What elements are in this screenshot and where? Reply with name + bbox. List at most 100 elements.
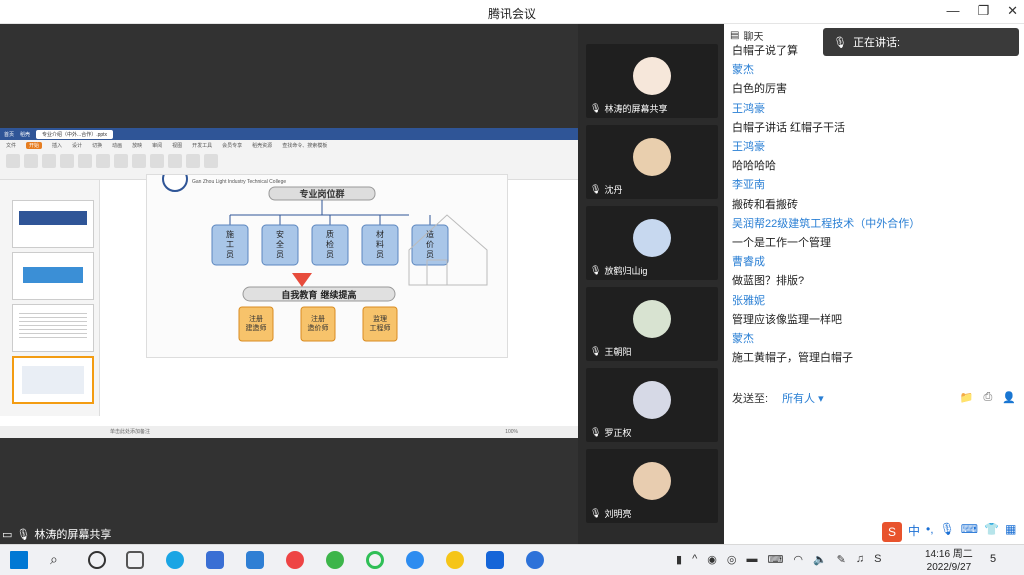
- arrange-icon[interactable]: [186, 154, 200, 168]
- clock[interactable]: 14:16 周二 2022/9/27: [925, 548, 973, 574]
- battery-icon[interactable]: ▮: [676, 553, 682, 566]
- participant-tile[interactable]: 🎙 沈丹: [586, 125, 718, 199]
- grid-icon[interactable]: ▦: [1005, 522, 1016, 542]
- store-icon[interactable]: [206, 551, 224, 569]
- file-icon[interactable]: 📁: [960, 391, 974, 404]
- slide-thumb[interactable]: [12, 200, 94, 248]
- avatar: [633, 219, 671, 257]
- tray-keyboard-icon[interactable]: ⌨: [767, 553, 783, 566]
- slide-thumb[interactable]: [12, 304, 94, 352]
- volume-icon[interactable]: 🔈: [813, 553, 827, 566]
- participant-name: 🎙 沈丹: [590, 183, 622, 196]
- mail-icon[interactable]: [246, 551, 264, 569]
- chevron-up-icon[interactable]: ^: [692, 553, 697, 566]
- format-icon[interactable]: [42, 154, 56, 168]
- minimize-icon[interactable]: —: [946, 3, 959, 19]
- pen-icon[interactable]: ✎: [837, 553, 846, 566]
- task-view-icon[interactable]: [126, 551, 144, 569]
- slide-canvas: Gan Zhou Light Industry Technical Colleg…: [146, 166, 508, 358]
- cut-icon[interactable]: [24, 154, 38, 168]
- sogou-icon[interactable]: S: [882, 522, 902, 542]
- qq-icon[interactable]: ◉: [707, 553, 717, 566]
- ribbon-menu-item[interactable]: 设计: [72, 142, 82, 149]
- ppt-tab-docer[interactable]: 稻壳: [20, 131, 30, 138]
- chrome-icon[interactable]: [286, 551, 304, 569]
- mic-icon: 🎙: [16, 528, 31, 541]
- skin-icon[interactable]: 👕: [984, 522, 999, 542]
- chat-message: 白色的厉害: [732, 83, 787, 96]
- chat-icon: ▤: [730, 30, 740, 41]
- restore-icon[interactable]: ❐: [977, 3, 989, 19]
- device-icon[interactable]: ▬: [746, 553, 757, 566]
- avatar: [633, 462, 671, 500]
- zoom-level[interactable]: 100%: [505, 426, 518, 438]
- screenshot-icon[interactable]: ⎙: [983, 391, 992, 404]
- participant-tile[interactable]: 🎙 放鹤归山ig: [586, 206, 718, 280]
- zoom-icon[interactable]: [406, 551, 424, 569]
- find-icon[interactable]: [204, 154, 218, 168]
- participant-tile[interactable]: 🎙 刘明亮: [586, 449, 718, 523]
- ime-tray-icon[interactable]: ♫: [856, 553, 864, 566]
- paste-icon[interactable]: [6, 154, 20, 168]
- tencent-meeting-icon[interactable]: [486, 551, 504, 569]
- ppt-tab-home[interactable]: 首页: [4, 131, 14, 138]
- ribbon-menu-item[interactable]: 放映: [132, 142, 142, 149]
- keyboard-icon[interactable]: ⌨: [961, 522, 978, 542]
- ribbon-menu-item[interactable]: 文件: [6, 142, 16, 149]
- wechat-icon[interactable]: ◎: [727, 553, 737, 566]
- ime-lang[interactable]: 中: [908, 522, 920, 542]
- start-icon[interactable]: [10, 551, 28, 569]
- textbox-icon[interactable]: [168, 154, 182, 168]
- ime-mic-icon[interactable]: 🎙: [940, 522, 955, 542]
- qq-browser-icon[interactable]: [446, 551, 464, 569]
- ribbon-menu-item[interactable]: 插入: [52, 142, 62, 149]
- cortana-icon[interactable]: [88, 551, 106, 569]
- edge-icon[interactable]: [166, 551, 184, 569]
- notification-badge[interactable]: 5: [990, 553, 996, 565]
- new-slide-icon[interactable]: [60, 154, 74, 168]
- ribbon-menu-item[interactable]: 开发工具: [192, 142, 212, 149]
- ribbon-menu-item[interactable]: 开始: [26, 142, 43, 149]
- shape-icon[interactable]: [150, 154, 164, 168]
- wifi-icon[interactable]: ◠: [793, 553, 803, 566]
- participant-label: 沈丹: [604, 185, 623, 195]
- shared-ppt-window: 首页 稻壳 专业介绍（中外...合作）.pptx 文件 开始 插入 设计 切换 动画 放映 审…: [0, 128, 578, 438]
- screen-share-icon: ▭: [2, 528, 13, 541]
- app2-icon[interactable]: [526, 551, 544, 569]
- send-label: 发送至:: [732, 393, 769, 405]
- sogou-tray-icon[interactable]: S: [874, 553, 881, 566]
- ribbon-menu-item[interactable]: 查找命令、搜索模板: [282, 142, 327, 149]
- punct-icon[interactable]: •,: [926, 522, 934, 542]
- mic-icon: 🎙: [590, 427, 602, 437]
- browser-icon[interactable]: [326, 551, 344, 569]
- ribbon-menu-item[interactable]: 稻壳资源: [252, 142, 272, 149]
- speaking-indicator: 🎙 正在讲话:: [823, 28, 1019, 56]
- chat-messages: 白帽子说了算 蒙杰 白色的厉害 王鸿豪 白帽子讲话 红帽子干活 王鸿豪 哈哈哈哈 李亚南 搬砖和…: [732, 42, 1022, 368]
- search-icon[interactable]: ⌕: [50, 551, 68, 569]
- align-icon[interactable]: [132, 154, 146, 168]
- notes-placeholder[interactable]: 单击此处添加备注: [110, 429, 150, 435]
- ribbon-menu-item[interactable]: 动画: [112, 142, 122, 149]
- send-target-dropdown[interactable]: 所有人 ▾: [782, 390, 824, 406]
- bold-icon[interactable]: [96, 154, 110, 168]
- windows-taskbar: ⌕ ▮ ^ ◉ ◎ ▬ ⌨ ◠ 🔈 ✎ ♫ S 14:16 周二 2022/9/…: [0, 544, 1024, 575]
- slide-thumb-selected[interactable]: [12, 356, 94, 404]
- participant-list: 🎙 林涛的屏幕共享 🎙 沈丹 🎙 放鹤归山ig 🎙 王朝阳 🎙 罗正权 🎙 刘明亮: [578, 24, 724, 544]
- ribbon-menu-item[interactable]: 视图: [172, 142, 182, 149]
- participant-label: 王朝阳: [604, 347, 632, 357]
- participant-tile[interactable]: 🎙 王朝阳: [586, 287, 718, 361]
- ribbon-menu-item[interactable]: 审阅: [152, 142, 162, 149]
- ppt-tab-file[interactable]: 专业介绍（中外...合作）.pptx: [36, 129, 114, 139]
- layout-icon[interactable]: [78, 154, 92, 168]
- user-icon[interactable]: 👤: [1002, 391, 1016, 404]
- participant-tile[interactable]: 🎙 罗正权: [586, 368, 718, 442]
- italic-icon[interactable]: [114, 154, 128, 168]
- close-icon[interactable]: ✕: [1007, 3, 1018, 19]
- speaker-icon: 🎙: [833, 36, 847, 49]
- participant-tile[interactable]: 🎙 林涛的屏幕共享: [586, 44, 718, 118]
- slide-thumb[interactable]: [12, 252, 94, 300]
- chat-message: 施工黄帽子，管理白帽子: [732, 352, 853, 365]
- ribbon-menu-item[interactable]: 会员专享: [222, 142, 242, 149]
- ribbon-menu-item[interactable]: 切换: [92, 142, 102, 149]
- app-icon[interactable]: [366, 551, 384, 569]
